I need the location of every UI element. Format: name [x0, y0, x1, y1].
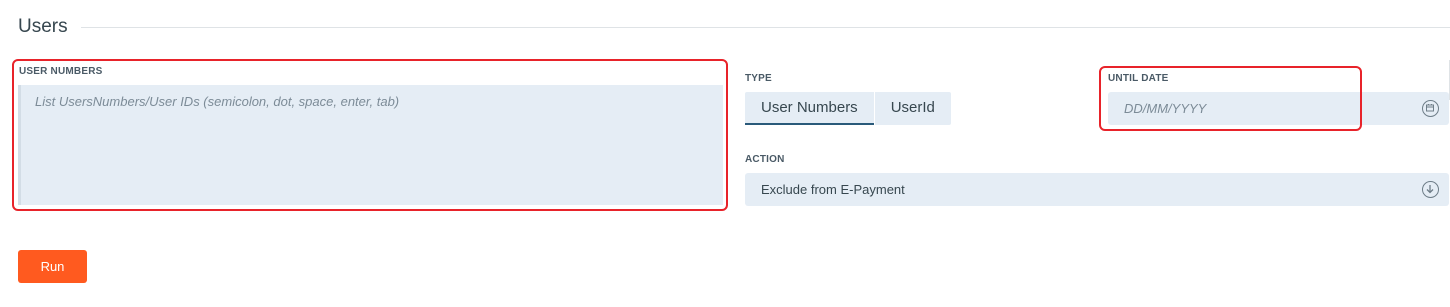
calendar-icon[interactable] — [1422, 100, 1439, 117]
action-select[interactable]: Exclude from E-Payment — [745, 173, 1449, 206]
user-numbers-field — [18, 85, 723, 205]
section-divider — [81, 27, 1450, 28]
action-label: ACTION — [745, 154, 785, 165]
type-toggle: User Numbers UserId — [745, 92, 951, 125]
users-panel: Users USER NUMBERS TYPE User Numbers Use… — [0, 0, 1450, 307]
run-button[interactable]: Run — [18, 250, 87, 283]
until-date-input[interactable] — [1108, 92, 1408, 125]
user-numbers-textarea[interactable] — [21, 85, 723, 205]
type-option-user-numbers[interactable]: User Numbers — [745, 92, 874, 125]
until-date-field — [1108, 92, 1449, 125]
user-numbers-label: USER NUMBERS — [19, 66, 103, 77]
section-title: Users — [18, 16, 68, 37]
type-option-userid[interactable]: UserId — [875, 92, 951, 125]
action-selected-value: Exclude from E-Payment — [761, 182, 905, 197]
type-label: TYPE — [745, 73, 772, 84]
chevron-down-circle-icon[interactable] — [1422, 181, 1439, 198]
until-date-label: UNTIL DATE — [1108, 73, 1169, 84]
